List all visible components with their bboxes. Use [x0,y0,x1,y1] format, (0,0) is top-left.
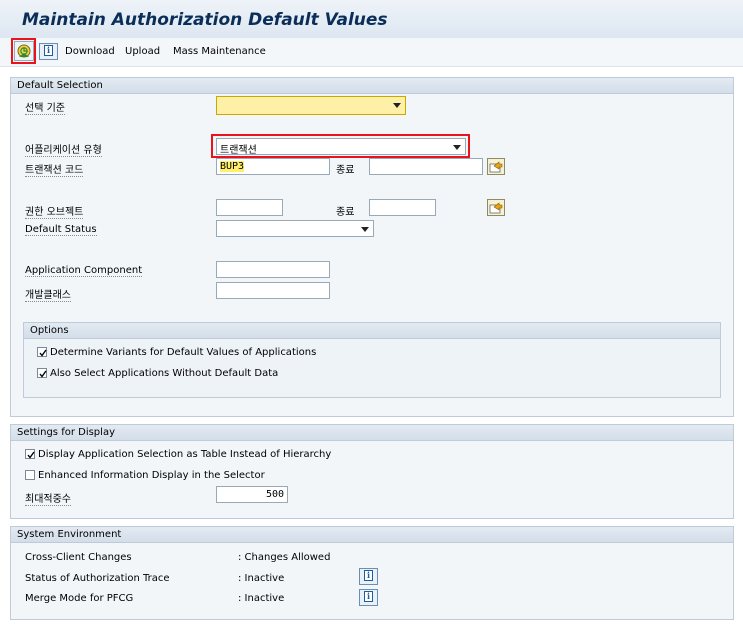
tcode-multiple-selection-button[interactable] [487,158,505,175]
tcode-to-label: 종료 [336,165,355,176]
app-type-highlight [211,134,470,158]
auth-object-to-input[interactable] [369,199,436,216]
dev-class-input[interactable] [216,282,330,299]
checkmark-icon [39,370,47,378]
merge-mode-info-button[interactable]: i [359,589,378,606]
app-component-label: Application Component [25,265,143,277]
execute-highlight [11,38,36,64]
determine-variants-label: Determine Variants for Default Values of… [50,347,317,358]
default-selection-header: Default Selection [11,78,733,94]
dev-class-label: 개발클래스 [25,286,71,302]
display-as-table-label: Display Application Selection as Table I… [38,449,332,460]
max-hits-input[interactable]: 500 [216,486,288,503]
auth-object-multiple-selection-button[interactable] [487,199,505,216]
merge-mode-value: : Inactive [238,593,285,604]
download-button[interactable]: Download [65,46,115,57]
options-group: Options [23,322,721,398]
auth-trace-info-button[interactable]: i [359,568,378,585]
auth-trace-label: Status of Authorization Trace [25,573,170,584]
app-type-label: 어플리케이션 유형 [25,141,102,157]
selection-criteria-label: 선택 기준 [25,99,65,115]
app-component-input[interactable] [216,261,330,278]
application-toolbar: i Download Upload Mass Maintenance [0,38,743,67]
info-icon: i [364,591,373,602]
enhanced-info-label: Enhanced Information Display in the Sele… [38,470,265,481]
cross-client-label: Cross-Client Changes [25,552,132,563]
options-title: Options [30,325,69,336]
auth-trace-value: : Inactive [238,573,285,584]
auth-object-from-input[interactable] [216,199,283,216]
mass-maintenance-button[interactable]: Mass Maintenance [173,46,266,57]
enhanced-info-checkbox[interactable] [25,470,35,480]
info-button[interactable]: i [39,43,58,60]
arrow-right-icon [489,202,503,214]
upload-button[interactable]: Upload [125,46,160,57]
auth-object-label: 권한 오브젝트 [25,203,84,219]
auth-object-to-label: 종료 [336,207,355,218]
system-environment-title: System Environment [17,529,122,540]
checkmark-icon [27,451,35,459]
tcode-to-input[interactable] [369,158,483,175]
title-bar: Maintain Authorization Default Values [0,0,743,39]
default-status-label: Default Status [25,224,97,236]
max-hits-value: 500 [265,489,284,500]
chevron-down-icon [393,103,401,108]
cross-client-value: : Changes Allowed [238,552,331,563]
chevron-down-icon [361,227,369,232]
arrow-right-icon [489,161,503,173]
info-icon: i [364,570,373,581]
display-settings-title: Settings for Display [17,427,115,438]
merge-mode-label: Merge Mode for PFCG [25,593,134,604]
max-hits-label: 최대적중수 [25,490,71,506]
tcode-label: 트랜잭션 코드 [25,161,84,177]
select-without-default-checkbox[interactable] [37,368,47,378]
options-header: Options [24,323,720,339]
selection-criteria-dropdown[interactable] [216,96,406,115]
display-settings-header: Settings for Display [11,425,733,441]
display-as-table-checkbox[interactable] [25,449,35,459]
info-icon: i [44,45,53,56]
select-without-default-label: Also Select Applications Without Default… [50,368,279,379]
checkmark-icon [39,349,47,357]
tcode-from-value: BUP3 [220,161,245,172]
default-selection-title: Default Selection [17,80,103,91]
determine-variants-checkbox[interactable] [37,347,47,357]
page-title: Maintain Authorization Default Values [22,10,388,30]
tcode-from-input[interactable]: BUP3 [216,158,330,175]
system-environment-header: System Environment [11,527,733,543]
default-status-dropdown[interactable] [216,220,374,237]
